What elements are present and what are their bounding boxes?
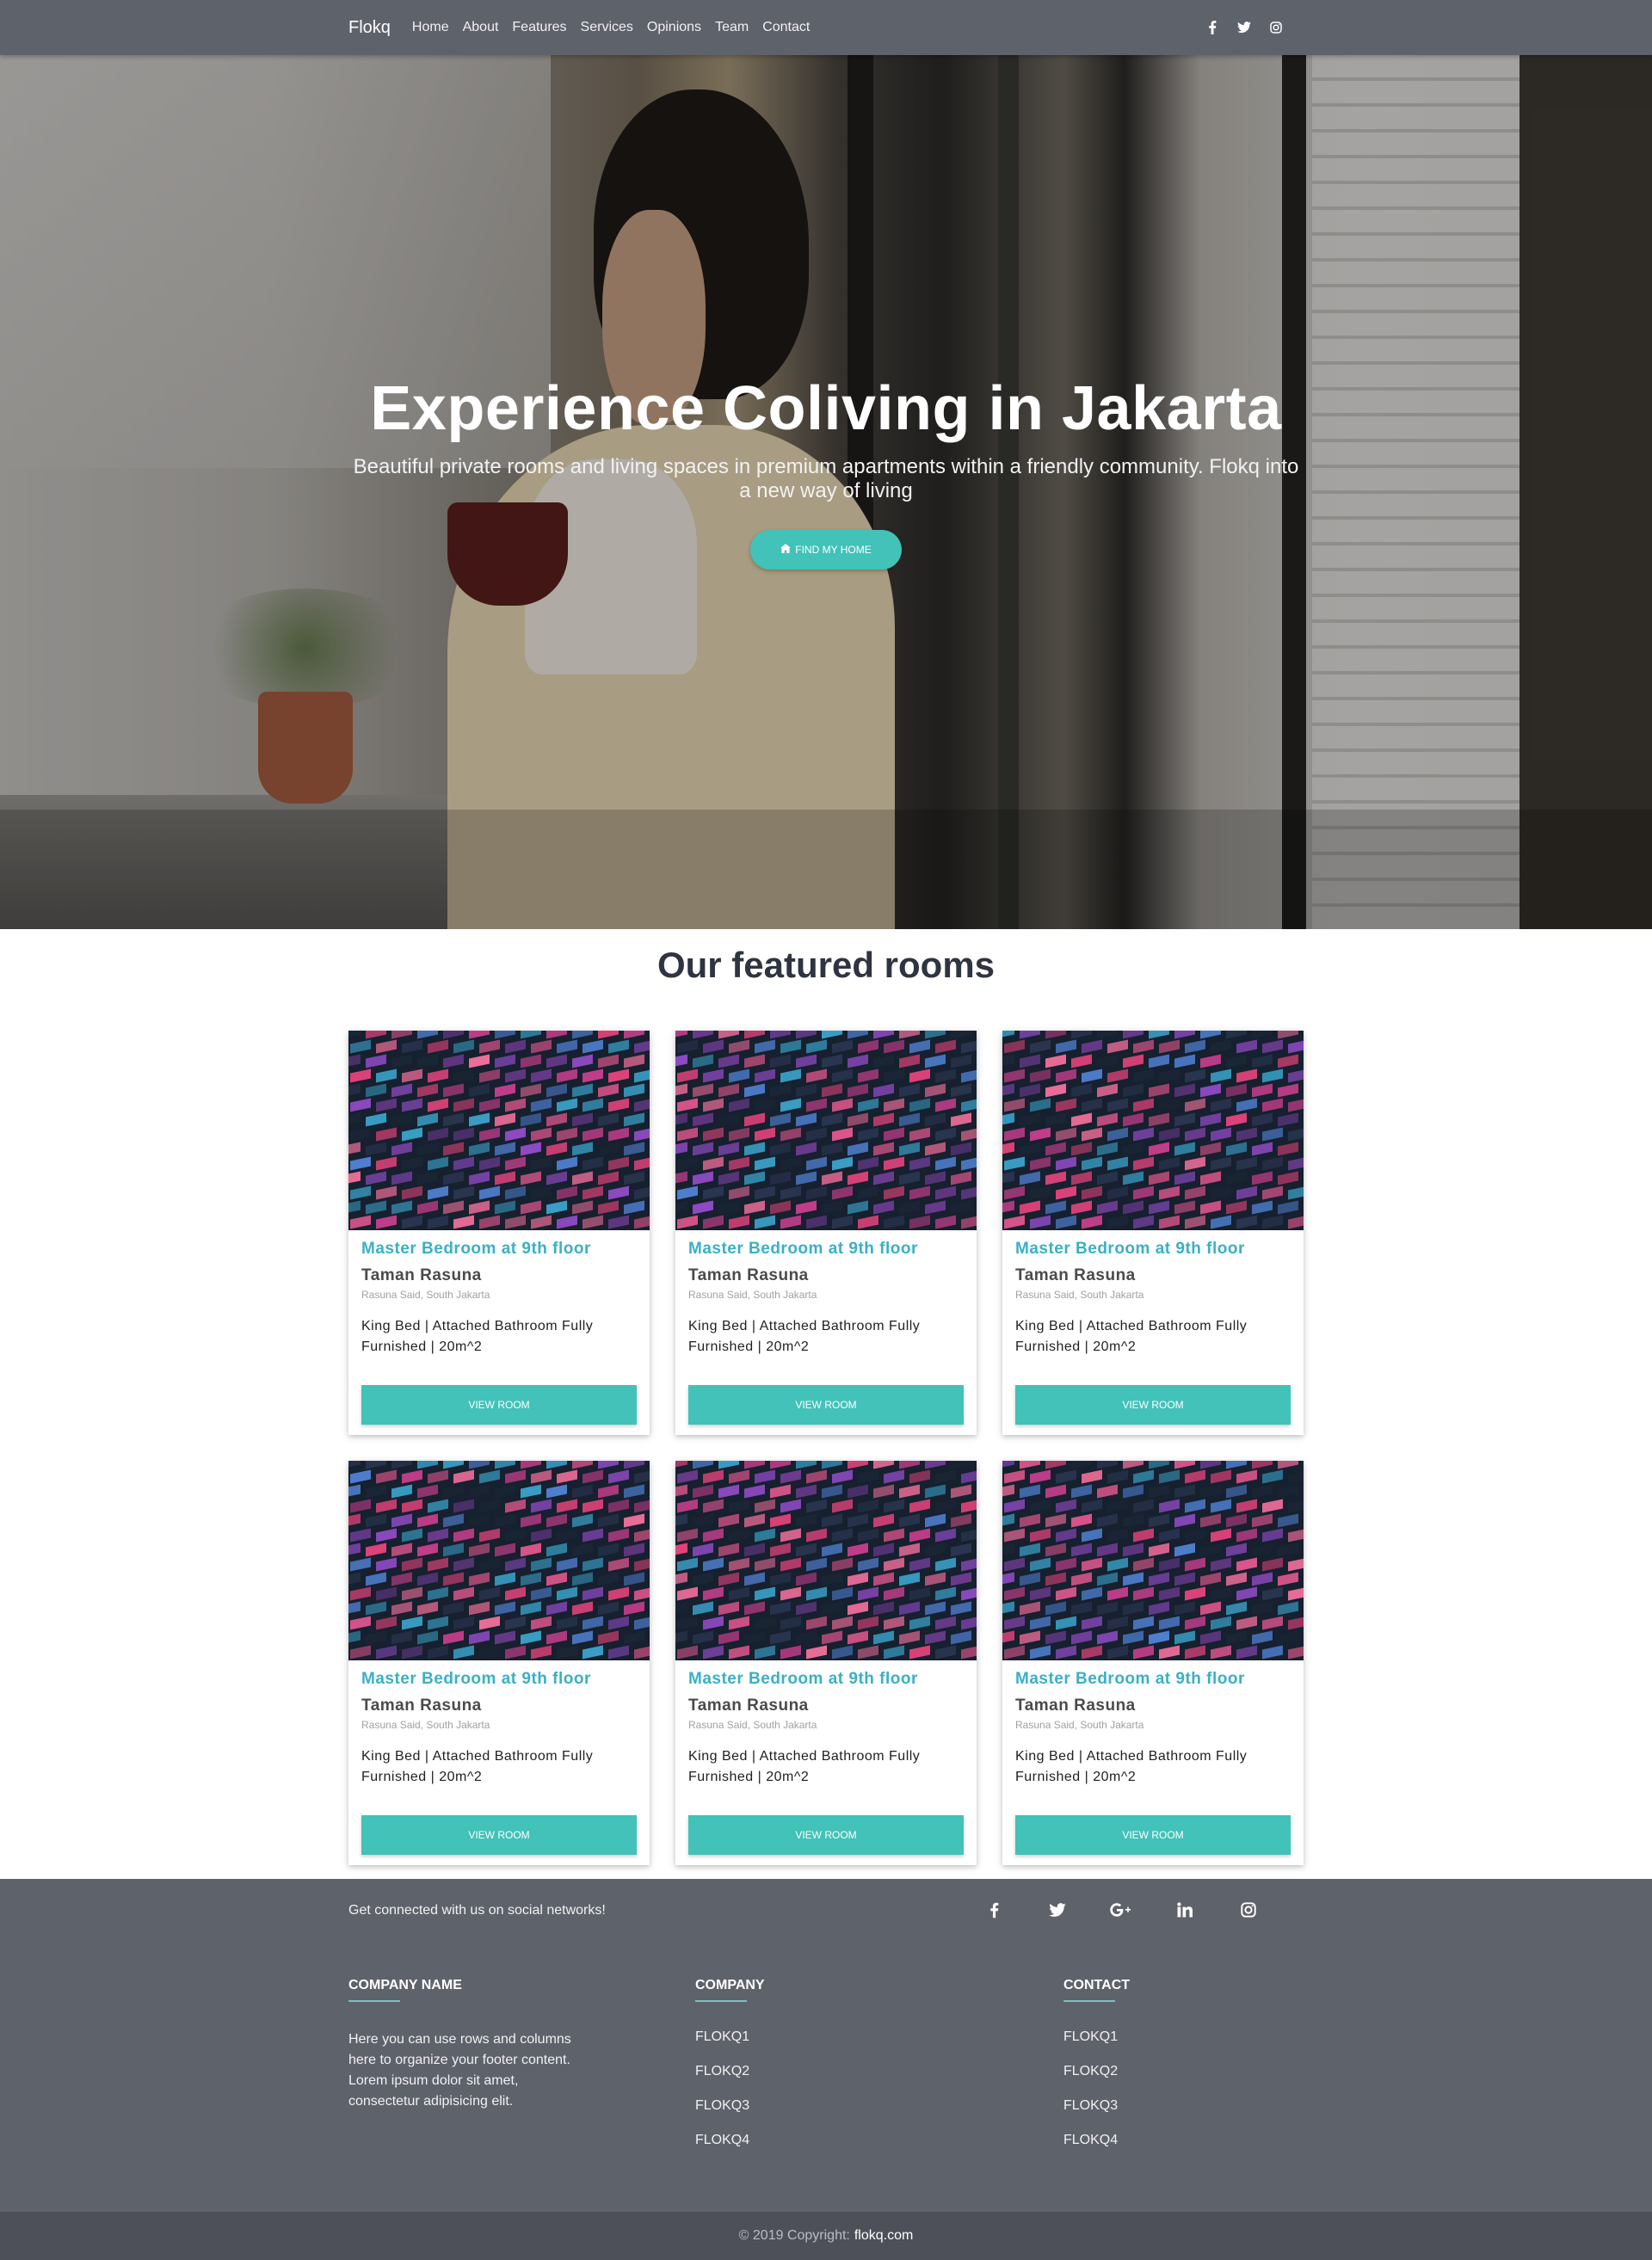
featured-rooms-title: Our featured rooms [656, 945, 996, 985]
footer-link-flokq2[interactable]: FLOKQ2 [695, 2062, 765, 2097]
room-title[interactable]: Master Bedroom at 9th floor [361, 1670, 591, 1689]
twitter-icon[interactable] [1228, 19, 1260, 36]
footer-column-contact: CONTACT FLOKQ1 FLOKQ2 FLOKQ3 FLOKQ4 [1063, 1978, 1130, 2165]
copyright-bar: © 2019 Copyright: flokq.com [0, 2212, 1652, 2260]
view-room-button[interactable]: VIEW ROOM [688, 1815, 964, 1855]
nav-links: Home About Features Services Opinions Te… [412, 20, 823, 35]
nav-link-opinions[interactable]: Opinions [647, 20, 701, 35]
hero-subtitle: Beautiful private rooms and living space… [353, 455, 1299, 502]
copyright-text: © 2019 Copyright: [738, 2228, 850, 2243]
nav-link-home[interactable]: Home [412, 20, 449, 35]
instagram-icon[interactable] [1260, 19, 1291, 36]
footer-link-flokq2[interactable]: FLOKQ2 [1063, 2062, 1130, 2097]
navbar: Flokq Home About Features Services Opini… [0, 0, 1652, 55]
google-plus-icon[interactable] [1089, 1900, 1153, 1920]
room-building: Taman Rasuna [688, 1697, 809, 1715]
footer-connect-text: Get connected with us on social networks… [348, 1903, 606, 1918]
footer-heading-company-name: COMPANY NAME [348, 1978, 462, 1992]
room-description: King Bed | Attached Bathroom Fully Furni… [688, 1749, 921, 1784]
nav-link-team[interactable]: Team [715, 20, 749, 35]
view-room-button[interactable]: VIEW ROOM [688, 1385, 964, 1425]
footer-company-text: Here you can use rows and columns here t… [348, 2032, 571, 2109]
footer-social [962, 1879, 1280, 1941]
footer-contact-links: FLOKQ1 FLOKQ2 FLOKQ3 FLOKQ4 [1063, 2028, 1130, 2165]
nav-link-contact[interactable]: Contact [762, 20, 810, 35]
room-building: Taman Rasuna [1015, 1266, 1136, 1284]
view-room-button[interactable]: VIEW ROOM [1015, 1385, 1291, 1425]
footer-column-company-name: COMPANY NAME Here you can use rows and c… [348, 1978, 581, 2112]
room-building: Taman Rasuna [688, 1266, 809, 1284]
find-my-home-label: FIND MY HOME [795, 544, 872, 556]
footer-link-flokq1[interactable]: FLOKQ1 [1063, 2028, 1130, 2062]
footer-heading-divider [348, 2000, 400, 2002]
room-description: King Bed | Attached Bathroom Fully Furni… [361, 1749, 594, 1784]
room-card: Master Bedroom at 9th floor Taman Rasuna… [675, 1031, 977, 1435]
copyright-link[interactable]: flokq.com [854, 2228, 913, 2244]
room-image[interactable] [675, 1461, 977, 1660]
footer-heading-company: COMPANY [695, 1978, 765, 1992]
brand-logo[interactable]: Flokq [348, 18, 391, 38]
room-title[interactable]: Master Bedroom at 9th floor [1015, 1240, 1245, 1259]
room-building: Taman Rasuna [1015, 1697, 1136, 1715]
room-image[interactable] [1002, 1461, 1304, 1660]
footer-link-flokq4[interactable]: FLOKQ4 [1063, 2131, 1130, 2165]
room-building: Taman Rasuna [361, 1266, 482, 1284]
view-room-button[interactable]: VIEW ROOM [1015, 1815, 1291, 1855]
footer-link-flokq4[interactable]: FLOKQ4 [695, 2131, 765, 2165]
find-my-home-button[interactable]: FIND MY HOME [750, 530, 902, 570]
footer-heading-divider [695, 2000, 747, 2002]
room-location: Rasuna Said, South Jakarta [1015, 1289, 1144, 1301]
view-room-button[interactable]: VIEW ROOM [361, 1385, 637, 1425]
navbar-inner: Flokq Home About Features Services Opini… [348, 0, 1304, 55]
view-room-button[interactable]: VIEW ROOM [361, 1815, 637, 1855]
nav-link-about[interactable]: About [463, 20, 499, 35]
facebook-icon[interactable] [962, 1900, 1026, 1920]
room-image[interactable] [675, 1031, 977, 1230]
room-image[interactable] [1002, 1031, 1304, 1230]
facebook-icon[interactable] [1196, 19, 1228, 36]
room-location: Rasuna Said, South Jakarta [1015, 1719, 1144, 1731]
room-image[interactable] [348, 1031, 650, 1230]
footer-link-flokq3[interactable]: FLOKQ3 [695, 2097, 765, 2131]
room-location: Rasuna Said, South Jakarta [361, 1289, 490, 1301]
footer-link-flokq3[interactable]: FLOKQ3 [1063, 2097, 1130, 2131]
room-building: Taman Rasuna [361, 1697, 482, 1715]
room-title[interactable]: Master Bedroom at 9th floor [1015, 1670, 1245, 1689]
room-description: King Bed | Attached Bathroom Fully Furni… [1015, 1319, 1248, 1354]
room-card: Master Bedroom at 9th floor Taman Rasuna… [348, 1031, 650, 1435]
hero-section: Experience Coliving in Jakarta Beautiful… [0, 55, 1652, 929]
footer-heading-contact: CONTACT [1063, 1978, 1131, 1992]
twitter-icon[interactable] [1026, 1900, 1089, 1920]
room-title[interactable]: Master Bedroom at 9th floor [688, 1240, 918, 1259]
room-image[interactable] [348, 1461, 650, 1660]
home-icon [780, 544, 792, 556]
footer-heading-divider [1063, 2000, 1115, 2002]
nav-link-features[interactable]: Features [512, 20, 566, 35]
room-card: Master Bedroom at 9th floor Taman Rasuna… [675, 1461, 977, 1865]
room-card: Master Bedroom at 9th floor Taman Rasuna… [1002, 1461, 1304, 1865]
instagram-icon[interactable] [1217, 1900, 1280, 1920]
room-location: Rasuna Said, South Jakarta [688, 1719, 817, 1731]
room-card: Master Bedroom at 9th floor Taman Rasuna… [1002, 1031, 1304, 1435]
nav-link-services[interactable]: Services [581, 20, 633, 35]
linkedin-icon[interactable] [1153, 1900, 1217, 1920]
hero-title: Experience Coliving in Jakarta [370, 374, 1282, 443]
nav-social [1196, 0, 1291, 55]
footer-company-links: FLOKQ1 FLOKQ2 FLOKQ3 FLOKQ4 [695, 2028, 765, 2165]
room-description: King Bed | Attached Bathroom Fully Furni… [1015, 1749, 1248, 1784]
footer-link-flokq1[interactable]: FLOKQ1 [695, 2028, 765, 2062]
room-title[interactable]: Master Bedroom at 9th floor [688, 1670, 918, 1689]
hero-overlay-lower [0, 810, 1652, 929]
room-card: Master Bedroom at 9th floor Taman Rasuna… [348, 1461, 650, 1865]
room-description: King Bed | Attached Bathroom Fully Furni… [361, 1319, 594, 1354]
room-location: Rasuna Said, South Jakarta [361, 1719, 490, 1731]
footer-column-company: COMPANY FLOKQ1 FLOKQ2 FLOKQ3 FLOKQ4 [695, 1978, 765, 2165]
room-title[interactable]: Master Bedroom at 9th floor [361, 1240, 591, 1259]
footer: Get connected with us on social networks… [0, 1879, 1652, 2212]
room-description: King Bed | Attached Bathroom Fully Furni… [688, 1319, 921, 1354]
room-location: Rasuna Said, South Jakarta [688, 1289, 817, 1301]
